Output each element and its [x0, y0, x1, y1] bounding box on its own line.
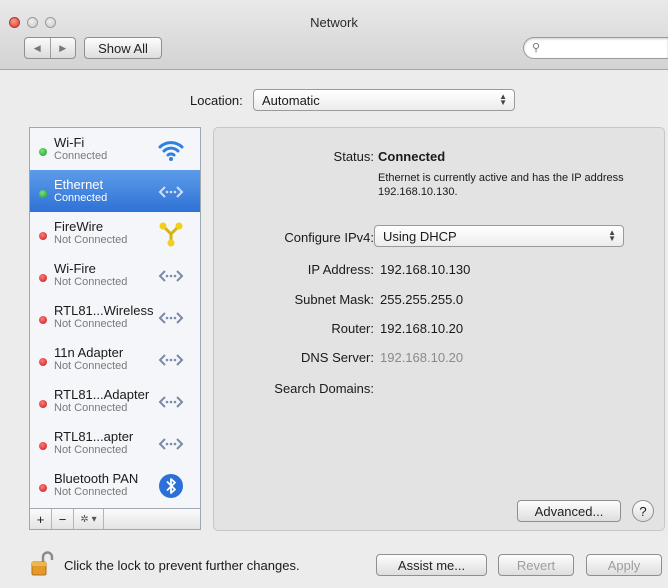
dns-server-label: DNS Server: [301, 350, 374, 365]
back-arrow-icon[interactable]: ◀ [25, 38, 50, 58]
search-input[interactable] [548, 40, 658, 56]
service-status: Not Connected [54, 318, 128, 330]
not-connected-status-dot [39, 232, 47, 240]
search-icon: ⚲ [532, 42, 541, 54]
location-value: Automatic [262, 92, 320, 108]
service-status: Connected [54, 192, 108, 204]
assist-me-button[interactable]: Assist me... [376, 554, 487, 576]
service-status: Not Connected [54, 486, 128, 498]
service-item-rtl81-apter[interactable]: RTL81...apter Not Connected [30, 422, 200, 464]
ethernet-icon [158, 186, 184, 198]
revert-button[interactable]: Revert [498, 554, 574, 576]
ethernet-icon [158, 312, 184, 324]
service-name: Ethernet [54, 177, 104, 192]
router-value: 192.168.10.20 [380, 321, 464, 336]
service-status: Not Connected [54, 360, 128, 372]
window-toolbar: Network ◀ ▶ Show All ⚲ [0, 0, 668, 70]
service-status: Not Connected [54, 444, 128, 456]
service-name: FireWire [54, 219, 104, 234]
search-domains-label: Search Domains: [274, 381, 374, 396]
ethernet-icon [158, 270, 184, 282]
firewire-icon [159, 222, 183, 247]
advanced-button[interactable]: Advanced... [517, 500, 621, 522]
remove-service-button[interactable]: − [52, 509, 74, 529]
connected-status-dot [39, 148, 47, 156]
service-item-wifi[interactable]: Wi-Fi Connected [30, 128, 200, 170]
subnet-mask-value: 255.255.255.0 [380, 292, 464, 307]
service-name: RTL81...Adapter [54, 387, 150, 402]
configure-ipv4-popup[interactable]: Using DHCP ▲ ▼ [374, 225, 624, 247]
ip-address-value: 192.168.10.130 [380, 262, 471, 277]
ethernet-icon [158, 396, 184, 408]
not-connected-status-dot [39, 358, 47, 366]
search-field[interactable]: ⚲ [523, 37, 668, 59]
show-all-button[interactable]: Show All [84, 37, 162, 59]
configure-ipv4-value: Using DHCP [383, 228, 457, 244]
wifi-icon [158, 141, 184, 161]
service-status: Not Connected [54, 234, 128, 246]
dns-server-value: 192.168.10.20 [380, 350, 464, 365]
service-name: Wi-Fire [54, 261, 96, 276]
service-item-ethernet[interactable]: Ethernet Connected [30, 170, 200, 212]
not-connected-status-dot [39, 274, 47, 282]
service-name: Bluetooth PAN [54, 471, 139, 486]
service-item-11n-adapter[interactable]: 11n Adapter Not Connected [30, 338, 200, 380]
ip-address-label: IP Address: [307, 262, 374, 277]
lock-icon[interactable] [30, 551, 54, 577]
service-item-firewire[interactable]: FireWire Not Connected [30, 212, 200, 254]
apply-button[interactable]: Apply [586, 554, 662, 576]
service-status: Not Connected [54, 276, 128, 288]
subnet-mask-label: Subnet Mask: [294, 292, 375, 307]
location-label: Location: [190, 93, 243, 108]
router-label: Router: [331, 321, 374, 336]
service-name: 11n Adapter [54, 345, 124, 360]
status-description: Ethernet is currently active and has the… [378, 172, 624, 198]
not-connected-status-dot [39, 442, 47, 450]
not-connected-status-dot [39, 316, 47, 324]
lock-message: Click the lock to prevent further change… [64, 558, 300, 573]
help-button[interactable]: ? [632, 500, 654, 522]
service-status: Not Connected [54, 402, 128, 414]
network-preferences-window: Network ◀ ▶ Show All ⚲ Location: Automat… [0, 0, 668, 588]
popup-arrows-icon: ▲ ▼ [499, 92, 507, 107]
gear-icon[interactable]: ✲ ▾ [74, 509, 104, 529]
not-connected-status-dot [39, 484, 47, 492]
add-service-button[interactable]: + [30, 509, 52, 529]
ethernet-icon [158, 354, 184, 366]
popup-arrows-icon: ▲ ▼ [608, 228, 616, 243]
service-list-toolbar: + − ✲ ▾ [29, 509, 201, 530]
service-detail-pane: Status: Connected Ethernet is currently … [213, 127, 665, 531]
window-title: Network [310, 15, 358, 30]
forward-arrow-icon[interactable]: ▶ [49, 38, 76, 58]
service-name: RTL81...Wireless [54, 303, 154, 318]
service-name: RTL81...apter [54, 429, 134, 444]
service-item-bluetooth-pan[interactable]: Bluetooth PAN Not Connected [30, 464, 200, 506]
service-name: Wi-Fi [54, 135, 85, 150]
service-item-rtl81-wireless[interactable]: RTL81...Wireless Not Connected [30, 296, 200, 338]
ethernet-icon [158, 438, 184, 450]
status-value: Connected [378, 149, 446, 164]
service-item-wi-fire[interactable]: Wi-Fire Not Connected [30, 254, 200, 296]
status-label: Status: [333, 149, 374, 164]
configure-ipv4-label: Configure IPv4: [284, 230, 374, 245]
network-service-list[interactable]: Wi-Fi Connected Ethernet Connected FireW… [29, 127, 201, 509]
bluetooth-icon [159, 474, 183, 498]
back-forward-control: ◀ ▶ [24, 37, 76, 59]
connected-status-dot [39, 190, 47, 198]
service-status: Connected [54, 150, 108, 162]
service-item-rtl81-adapter[interactable]: RTL81...Adapter Not Connected [30, 380, 200, 422]
not-connected-status-dot [39, 400, 47, 408]
location-popup[interactable]: Automatic ▲ ▼ [253, 89, 515, 111]
